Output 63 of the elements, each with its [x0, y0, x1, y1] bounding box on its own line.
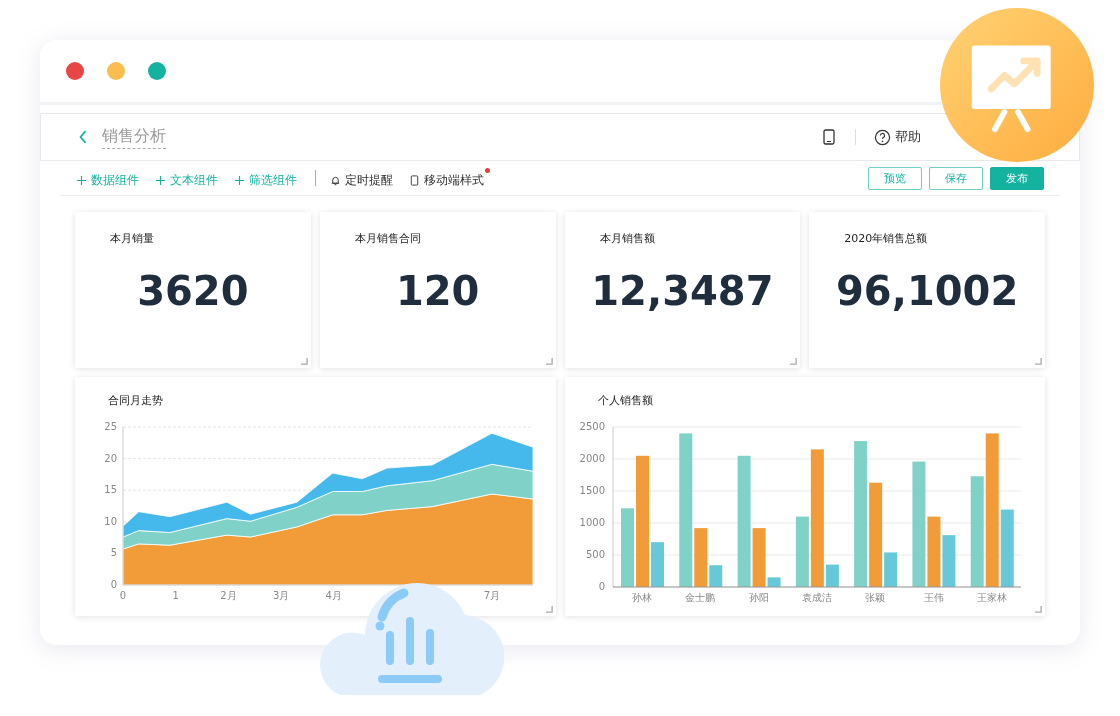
toolbar-button[interactable]: 定时提醒 [330, 167, 399, 189]
report-title[interactable]: 销售分析 [102, 125, 166, 149]
window-dot[interactable] [107, 62, 125, 80]
axis-label: 0 [598, 581, 605, 592]
phone-icon [409, 174, 420, 186]
help-link[interactable]: 帮助 [895, 128, 921, 146]
stat-title: 2020年销售总额 [844, 231, 928, 246]
stat-title: 本月销量 [110, 231, 154, 246]
resize-handle-icon[interactable] [1035, 358, 1042, 365]
publish-button[interactable]: 发布 [990, 166, 1044, 190]
toolbar-button[interactable]: 移动端样式 [409, 167, 490, 189]
axis-label: 张颖 [864, 592, 885, 603]
axis-label: 王伟 [923, 592, 944, 603]
axis-label: 20 [104, 452, 117, 464]
plus-icon [76, 174, 87, 186]
window-dot[interactable] [148, 62, 166, 80]
chart-title: 合同月走势 [108, 393, 163, 408]
bell-icon [330, 174, 341, 186]
axis-label: 3月 [272, 590, 290, 601]
action-button[interactable]: 预览 [868, 166, 922, 190]
axis-label: 孙林 [631, 592, 652, 603]
window-dot[interactable] [66, 62, 84, 80]
plus-icon [155, 174, 166, 186]
axis-label: 金士鹏 [684, 592, 715, 603]
action-button[interactable]: 保存 [929, 166, 983, 190]
axis-label: 15 [104, 484, 117, 496]
axis-label: 25 [104, 421, 117, 432]
axis-label: 1500 [579, 485, 605, 496]
resize-handle-icon[interactable] [545, 606, 553, 613]
axis-label: 1000 [579, 517, 605, 528]
stat-value: 12,3487 [591, 268, 774, 314]
stat-title: 本月销售合同 [354, 231, 421, 246]
axis-label: 10 [104, 515, 117, 527]
axis-label: 袁成洁 [801, 592, 832, 603]
toolbar-button[interactable]: 数据组件 [76, 167, 145, 189]
help-icon[interactable] [874, 128, 891, 146]
axis-label: 500 [585, 549, 605, 560]
resize-handle-icon[interactable] [545, 358, 553, 365]
phone-icon[interactable] [823, 129, 835, 145]
axis-label: 7月 [483, 590, 501, 601]
back-icon[interactable] [78, 129, 88, 145]
stat-value: 96,1002 [836, 268, 1019, 314]
axis-label: 1 [172, 590, 179, 601]
axis-label: 2000 [579, 453, 605, 464]
stat-value: 3620 [137, 268, 249, 314]
resize-handle-icon[interactable] [1035, 606, 1042, 613]
bar [941, 535, 955, 587]
axis-label: 王家林 [976, 592, 1007, 603]
resize-handle-icon[interactable] [300, 358, 308, 365]
axis-label: 5 [110, 547, 117, 559]
resize-handle-icon[interactable] [790, 358, 798, 365]
plus-icon [234, 174, 245, 186]
chart-title: 个人销售额 [597, 393, 653, 408]
axis-label: 0 [110, 579, 117, 590]
stat-value: 120 [395, 268, 480, 314]
axis-label: 2月 [220, 590, 237, 601]
stat-title: 本月销售额 [599, 231, 655, 246]
axis-label: 2500 [579, 421, 605, 432]
axis-label: 孙阳 [748, 592, 769, 603]
axis-label: 4月 [325, 590, 342, 601]
toolbar-button[interactable]: 筛选组件 [234, 167, 303, 189]
axis-label: 0 [119, 590, 127, 601]
toolbar-button[interactable]: 文本组件 [155, 167, 224, 189]
